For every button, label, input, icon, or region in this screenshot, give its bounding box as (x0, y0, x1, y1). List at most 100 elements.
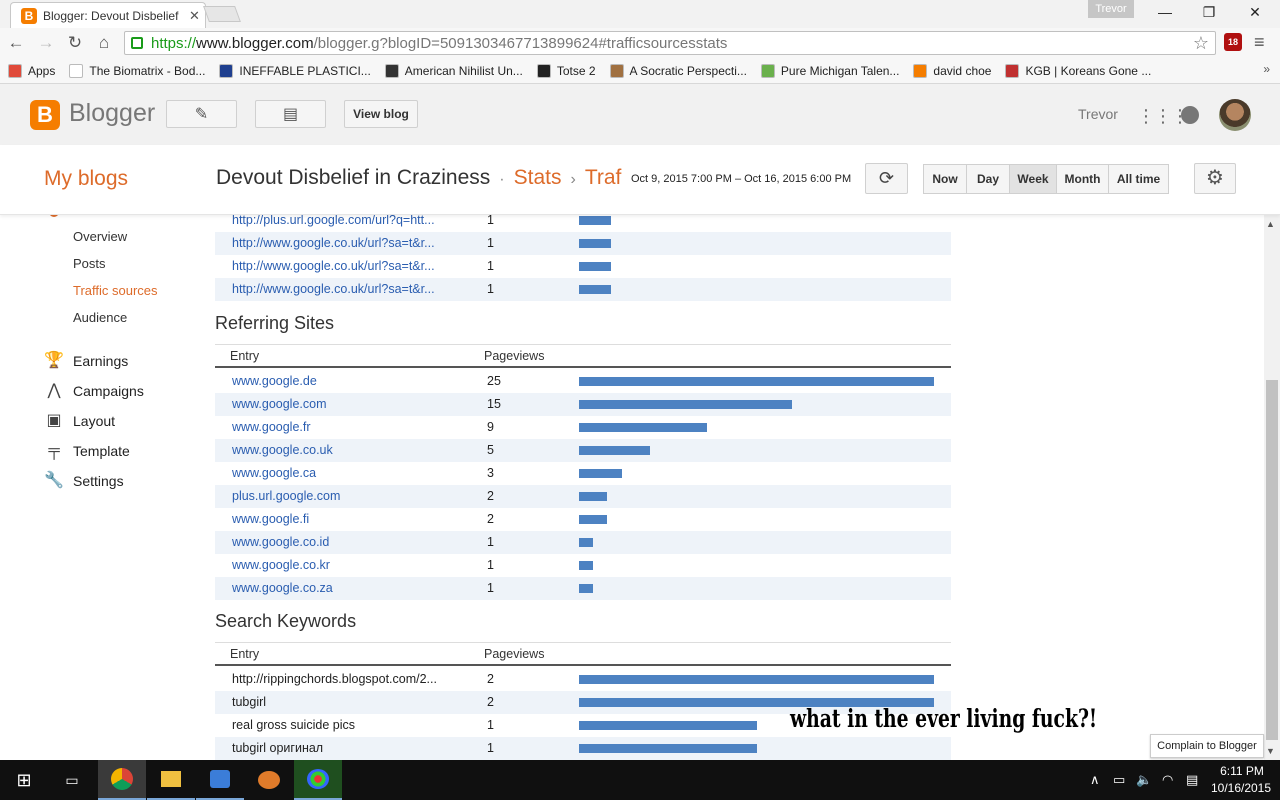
row-pageviews: 1 (487, 215, 494, 227)
sidebar-item-traffic-sources[interactable]: Traffic sources (73, 283, 158, 298)
m-icon (760, 63, 775, 78)
period-now-button[interactable]: Now (923, 164, 967, 194)
scrollbar-thumb[interactable] (1266, 380, 1278, 740)
bookmark-item[interactable]: Apps (8, 63, 55, 78)
start-button[interactable]: ⊞ (0, 760, 48, 800)
blogger-logo-icon[interactable]: B (30, 100, 60, 130)
new-post-button[interactable]: ✎ (166, 100, 237, 128)
blogger-brand[interactable]: Blogger (69, 99, 155, 128)
back-icon[interactable]: ← (4, 32, 28, 54)
forward-icon[interactable]: → (34, 32, 58, 54)
minimize-icon[interactable]: — (1142, 4, 1188, 20)
row-entry[interactable]: www.google.fr (232, 420, 452, 434)
sidebar-item-posts[interactable]: Posts (73, 256, 106, 271)
period-month-button[interactable]: Month (1056, 164, 1109, 194)
bookmark-item[interactable]: The Biomatrix - Bod... (69, 63, 205, 78)
trophy-icon: 🏆 (44, 352, 64, 369)
sidebar-item-settings[interactable]: 🔧 Settings (44, 471, 124, 491)
action-center-icon[interactable]: ▤ (1186, 772, 1198, 788)
row-entry[interactable]: www.google.co.id (232, 535, 452, 549)
period-day-button[interactable]: Day (966, 164, 1010, 194)
profile-name[interactable]: Trevor (1088, 0, 1134, 18)
scroll-up-icon[interactable]: ▲ (1266, 219, 1275, 229)
taskbar-file-explorer[interactable] (147, 760, 195, 800)
home-icon[interactable]: ⌂ (92, 32, 116, 54)
sidebar-item-campaigns[interactable]: ⋀ Campaigns (44, 381, 143, 401)
row-entry[interactable]: www.google.co.uk (232, 443, 452, 457)
breadcrumb: Devout Disbelief in Craziness · Stats › Traf (216, 166, 621, 190)
layout-icon: ▣ (46, 412, 62, 429)
bookmark-item[interactable]: david choe (913, 63, 991, 78)
taskbar-media-player[interactable] (196, 760, 244, 800)
clock-time[interactable]: 6:11 PM (1212, 764, 1272, 778)
wifi-icon[interactable]: ◠ (1162, 772, 1173, 788)
taskbar-app[interactable] (245, 760, 293, 800)
row-pageviews: 2 (487, 672, 494, 686)
breadcrumb-stats[interactable]: Stats (514, 166, 562, 189)
sidebar-item-layout[interactable]: ▣ Layout (44, 411, 115, 431)
overlay-caption: what in the ever living fuck?! (790, 704, 1098, 733)
row-entry[interactable]: www.google.com (232, 397, 452, 411)
row-entry[interactable]: www.google.ca (232, 466, 452, 480)
row-entry: tubgirl оригинал (232, 741, 324, 755)
bookmark-item[interactable]: Totse 2 (536, 63, 596, 78)
bookmark-item[interactable]: Pure Michigan Talen... (760, 63, 899, 78)
address-bar[interactable]: https:// www.blogger.com /blogger.g?blog… (124, 31, 1216, 55)
table-row: http://rippingchords.blogspot.com/2... 2 (215, 668, 951, 691)
volume-icon[interactable]: 🔈 (1136, 772, 1152, 788)
taskbar-chrome[interactable] (98, 760, 146, 800)
bookmark-star-icon[interactable]: ☆ (1193, 33, 1209, 54)
posts-list-button[interactable]: ▤ (255, 100, 326, 128)
reload-icon[interactable]: ↻ (63, 32, 87, 54)
my-blogs-link[interactable]: My blogs (44, 167, 128, 191)
row-entry[interactable]: www.google.de (232, 374, 452, 388)
battery-icon[interactable]: ▭ (1113, 772, 1125, 788)
row-pageviews: 9 (487, 420, 494, 434)
user-name[interactable]: Trevor (1078, 106, 1118, 122)
pageviews-bar (579, 492, 607, 501)
refresh-button[interactable]: ⟳ (865, 163, 908, 194)
bookmark-item[interactable]: American Nihilist Un... (384, 63, 523, 78)
row-entry[interactable]: plus.url.google.com (232, 489, 452, 503)
avatar[interactable] (1219, 99, 1251, 131)
windows-logo-icon: ⊞ (16, 769, 32, 790)
scroll-down-icon[interactable]: ▼ (1266, 746, 1275, 756)
breadcrumb-arrow: › (570, 171, 576, 188)
ublock-extension-icon[interactable]: 18 (1224, 33, 1242, 51)
sidebar-item-template[interactable]: ╤ Template (44, 441, 129, 461)
pageviews-bar (579, 561, 593, 570)
bookmark-item[interactable]: A Socratic Perspecti... (609, 63, 747, 78)
browser-tab[interactable]: B Blogger: Devout Disbelief ✕ (10, 2, 206, 28)
taskbar-paint[interactable] (294, 760, 342, 800)
clock-date[interactable]: 10/16/2015 (1206, 781, 1276, 795)
row-entry[interactable]: www.google.co.za (232, 581, 452, 595)
sidebar-item-overview[interactable]: Overview (73, 229, 127, 244)
row-entry[interactable]: www.google.co.kr (232, 558, 452, 572)
row-entry[interactable]: www.google.fi (232, 512, 452, 526)
row-entry[interactable]: http://www.google.co.uk/url?sa=t&r... (232, 282, 452, 296)
bookmark-item[interactable]: KGB | Koreans Gone ... (1005, 63, 1151, 78)
maximize-icon[interactable]: ❐ (1186, 4, 1232, 21)
new-tab-button[interactable] (203, 6, 241, 22)
sidebar-item-audience[interactable]: Audience (73, 310, 127, 325)
bookmarks-overflow-icon[interactable]: » (1263, 62, 1270, 76)
tray-overflow-icon[interactable]: ∧ (1090, 772, 1100, 788)
task-view-button[interactable]: ▭ (48, 760, 96, 800)
view-blog-button[interactable]: View blog (344, 100, 418, 128)
chrome-menu-icon[interactable]: ≡ (1254, 32, 1265, 53)
row-entry[interactable]: http://plus.url.google.com/url?q=htt... (232, 215, 452, 227)
stats-settings-button[interactable]: ⚙ (1194, 163, 1236, 194)
notifications-icon[interactable] (1181, 106, 1199, 124)
bookmark-item[interactable]: INEFFABLE PLASTICI... (219, 63, 371, 78)
period-all-time-button[interactable]: All time (1108, 164, 1169, 194)
row-entry[interactable]: http://www.google.co.uk/url?sa=t&r... (232, 259, 452, 273)
gear-icon: ⚙ (1206, 167, 1224, 189)
tab-close-icon[interactable]: ✕ (189, 8, 200, 24)
complain-button[interactable]: Complain to Blogger (1150, 734, 1264, 758)
window-close-icon[interactable]: ✕ (1232, 4, 1278, 21)
column-entry: Entry (230, 349, 260, 363)
period-week-button[interactable]: Week (1009, 164, 1057, 194)
pageviews-bar (579, 285, 611, 294)
row-entry[interactable]: http://www.google.co.uk/url?sa=t&r... (232, 236, 452, 250)
sidebar-item-earnings[interactable]: 🏆 Earnings (44, 351, 128, 371)
